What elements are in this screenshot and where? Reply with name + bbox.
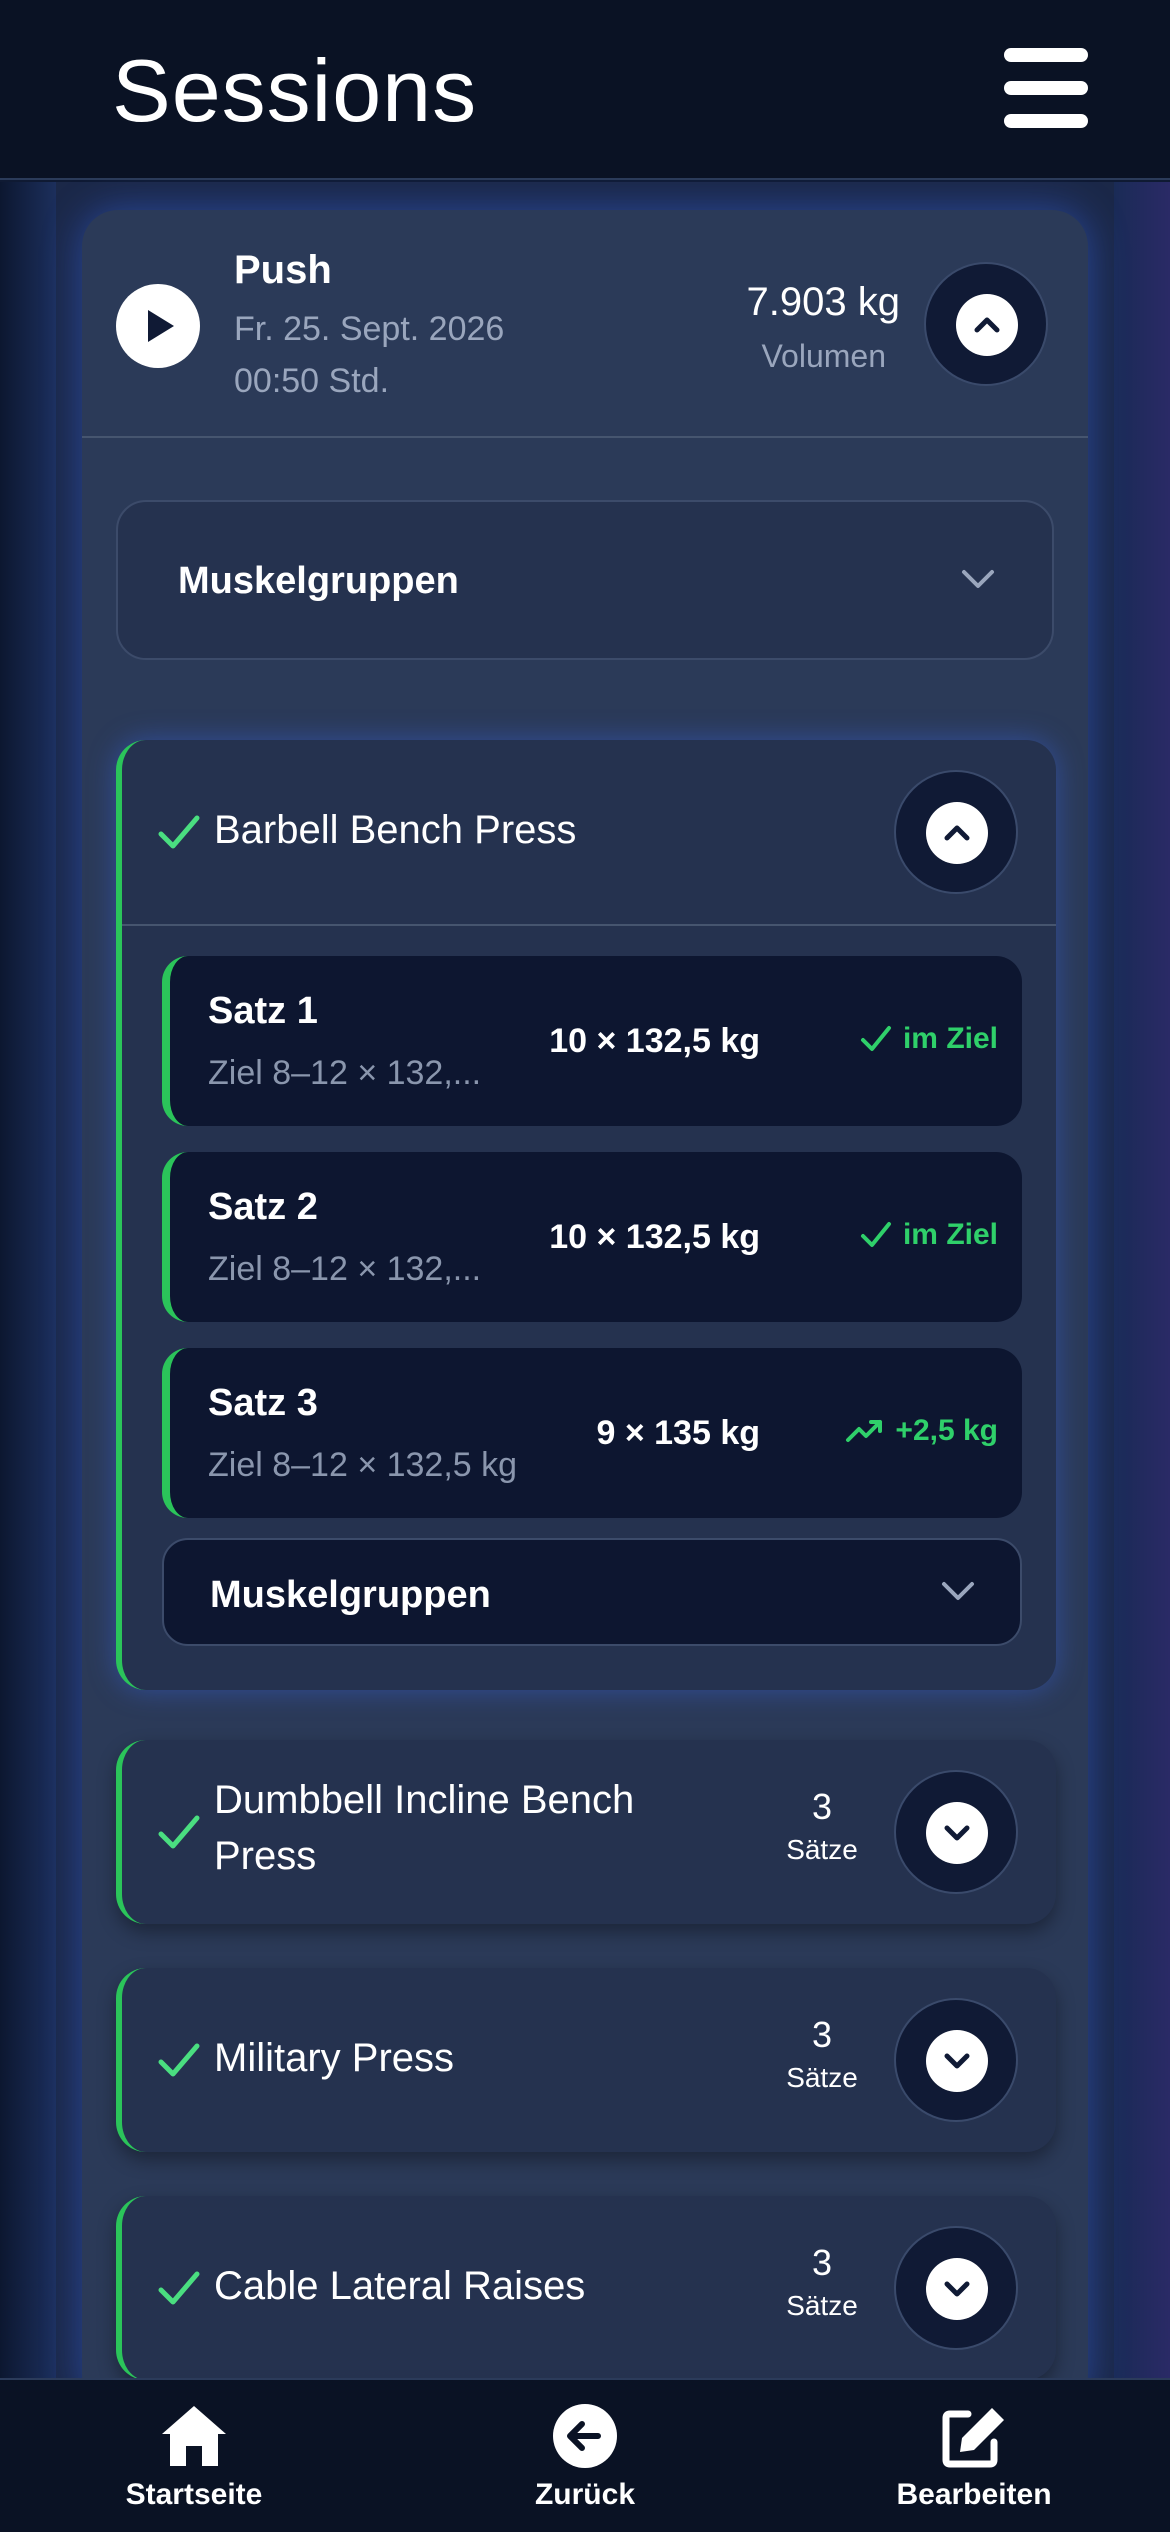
sets-count: 3 Sätze [772, 2242, 872, 2322]
exercise-card[interactable]: Cable Lateral Raises 3 Sätze [116, 2196, 1056, 2380]
session-duration: 00:50 Std. [234, 362, 390, 400]
sets-count-number: 3 [811, 2014, 833, 2055]
exercise-title: Cable Lateral Raises [214, 2264, 586, 2308]
set-status-label: im Ziel [902, 1022, 998, 1055]
sets-count-label: Sätze [786, 2290, 858, 2321]
nav-edit-label: Bearbeiten [896, 2478, 1052, 2511]
set-name: Satz 1 [208, 990, 318, 1032]
exercise-card[interactable]: Military Press 3 Sätze [116, 1968, 1056, 2152]
trending-up-icon [846, 1420, 883, 1442]
set-status: +2,5 kg [845, 1414, 998, 1448]
chevron-down-icon [962, 570, 994, 588]
muscle-groups-dropdown[interactable]: Muskelgruppen [116, 500, 1054, 660]
sets-count: 3 Sätze [772, 1786, 872, 1866]
set-name: Satz 2 [208, 1186, 318, 1228]
set-name: Satz 3 [208, 1382, 318, 1424]
muscle-groups-dropdown[interactable]: Muskelgruppen [162, 1538, 1022, 1646]
session-volume-label: Volumen [761, 338, 886, 374]
muscle-groups-label: Muskelgruppen [210, 1574, 491, 1616]
expand-exercise-button[interactable] [894, 1998, 1018, 2122]
nav-back[interactable]: Zurück [465, 2402, 705, 2512]
session-volume: 7.903 kg [746, 280, 900, 324]
sets-count-label: Sätze [786, 1834, 858, 1865]
nav-edit[interactable]: Bearbeiten [854, 2402, 1094, 2512]
sets-count-number: 3 [811, 2242, 833, 2283]
set-status-label: im Ziel [902, 1218, 998, 1251]
nav-back-label: Zurück [534, 2478, 636, 2511]
background-right [1114, 182, 1170, 2382]
app-header: Sessions [0, 0, 1170, 180]
set-value: 10 × 132,5 kg [549, 1218, 760, 1256]
background-left [0, 182, 56, 2382]
set-value: 10 × 132,5 kg [549, 1022, 760, 1060]
page-title: Sessions [112, 41, 478, 140]
collapse-session-button[interactable] [924, 262, 1048, 386]
expand-exercise-button[interactable] [894, 1770, 1018, 1894]
set-goal: Ziel 8–12 × 132,... [208, 1250, 482, 1288]
check-icon [158, 1815, 200, 1849]
sets-count-label: Sätze [786, 2062, 858, 2093]
expand-exercise-button[interactable] [894, 2226, 1018, 2350]
exercise-card-expanded: Barbell Bench Press Satz 1 Ziel 8–12 × 1… [116, 740, 1056, 1690]
exercise-title: Dumbbell Incline Bench [214, 1778, 635, 1822]
sets-count: 3 Sätze [772, 2014, 872, 2094]
set-goal: Ziel 8–12 × 132,5 kg [208, 1446, 518, 1484]
check-icon [158, 2043, 200, 2077]
set-card[interactable]: Satz 2 Ziel 8–12 × 132,... 10 × 132,5 kg… [162, 1152, 1022, 1322]
exercise-title: Military Press [214, 2036, 455, 2080]
set-status: im Ziel [859, 1022, 998, 1056]
arrow-left-circle-icon [553, 2404, 617, 2468]
chevron-up-icon [956, 294, 1018, 356]
session-name: Push [234, 248, 332, 292]
play-icon[interactable] [116, 284, 200, 368]
sets-count-number: 3 [811, 1786, 833, 1827]
edit-icon [942, 2408, 1004, 2468]
check-icon [158, 2271, 200, 2305]
set-value: 9 × 135 kg [596, 1414, 760, 1452]
exercise-title-line2: Press [214, 1834, 317, 1878]
session-date: Fr. 25. Sept. 2026 [234, 310, 505, 348]
set-status: im Ziel [859, 1218, 998, 1252]
nav-home[interactable]: Startseite [74, 2402, 314, 2512]
chevron-up-icon [926, 802, 988, 864]
nav-home-label: Startseite [125, 2478, 263, 2511]
chevron-down-icon [942, 1582, 974, 1600]
set-card[interactable]: Satz 3 Ziel 8–12 × 132,5 kg 9 × 135 kg +… [162, 1348, 1022, 1518]
session-card: Push Fr. 25. Sept. 2026 00:50 Std. 7.903… [82, 210, 1088, 2410]
check-icon [860, 1222, 891, 1247]
set-card[interactable]: Satz 1 Ziel 8–12 × 132,... 10 × 132,5 kg… [162, 956, 1022, 1126]
chevron-down-icon [926, 2258, 988, 2320]
session-header: Push Fr. 25. Sept. 2026 00:50 Std. 7.903… [82, 210, 1088, 438]
bottom-navigation: Startseite Zurück Bearbeiten [0, 2378, 1170, 2532]
collapse-exercise-button[interactable] [894, 770, 1018, 894]
chevron-down-icon [926, 2030, 988, 2092]
set-goal: Ziel 8–12 × 132,... [208, 1054, 482, 1092]
exercise-header[interactable]: Barbell Bench Press [122, 740, 1056, 926]
exercise-card[interactable]: Dumbbell Incline Bench Press 3 Sätze [116, 1740, 1056, 1924]
check-icon [158, 815, 200, 849]
set-status-label: +2,5 kg [895, 1414, 998, 1447]
chevron-down-icon [926, 1802, 988, 1864]
hamburger-menu-icon[interactable] [1004, 48, 1088, 128]
exercise-title: Barbell Bench Press [214, 808, 577, 852]
muscle-groups-label: Muskelgruppen [178, 560, 459, 602]
home-icon [162, 2406, 226, 2466]
check-icon [860, 1026, 891, 1051]
